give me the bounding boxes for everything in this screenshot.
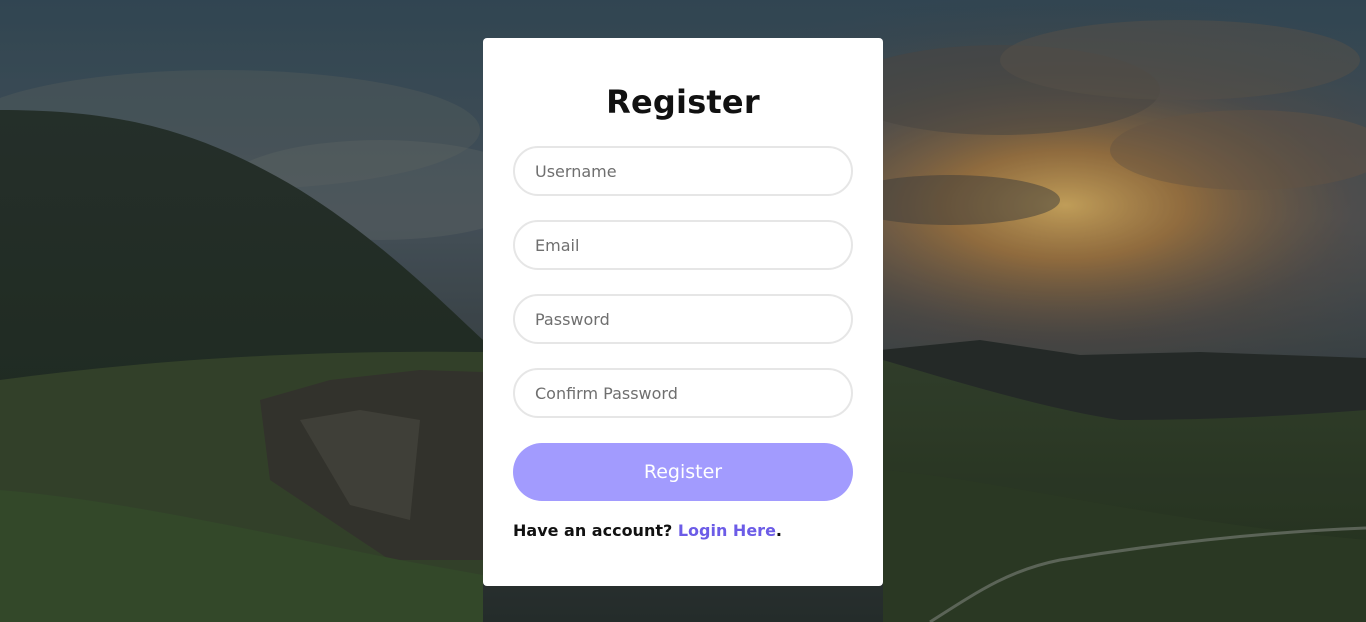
register-button[interactable]: Register	[513, 443, 853, 501]
password-input[interactable]	[513, 294, 853, 344]
login-prompt-text: Have an account?	[513, 521, 678, 540]
login-here-link[interactable]: Login Here	[678, 521, 776, 540]
username-input[interactable]	[513, 146, 853, 196]
register-card: Register Register Have an account? Login…	[483, 38, 883, 586]
login-prompt: Have an account? Login Here.	[513, 521, 853, 541]
register-title: Register	[606, 83, 760, 121]
email-input[interactable]	[513, 220, 853, 270]
page: Register Register Have an account? Login…	[0, 0, 1366, 622]
login-prompt-period: .	[775, 521, 782, 540]
confirm-password-input[interactable]	[513, 368, 853, 418]
